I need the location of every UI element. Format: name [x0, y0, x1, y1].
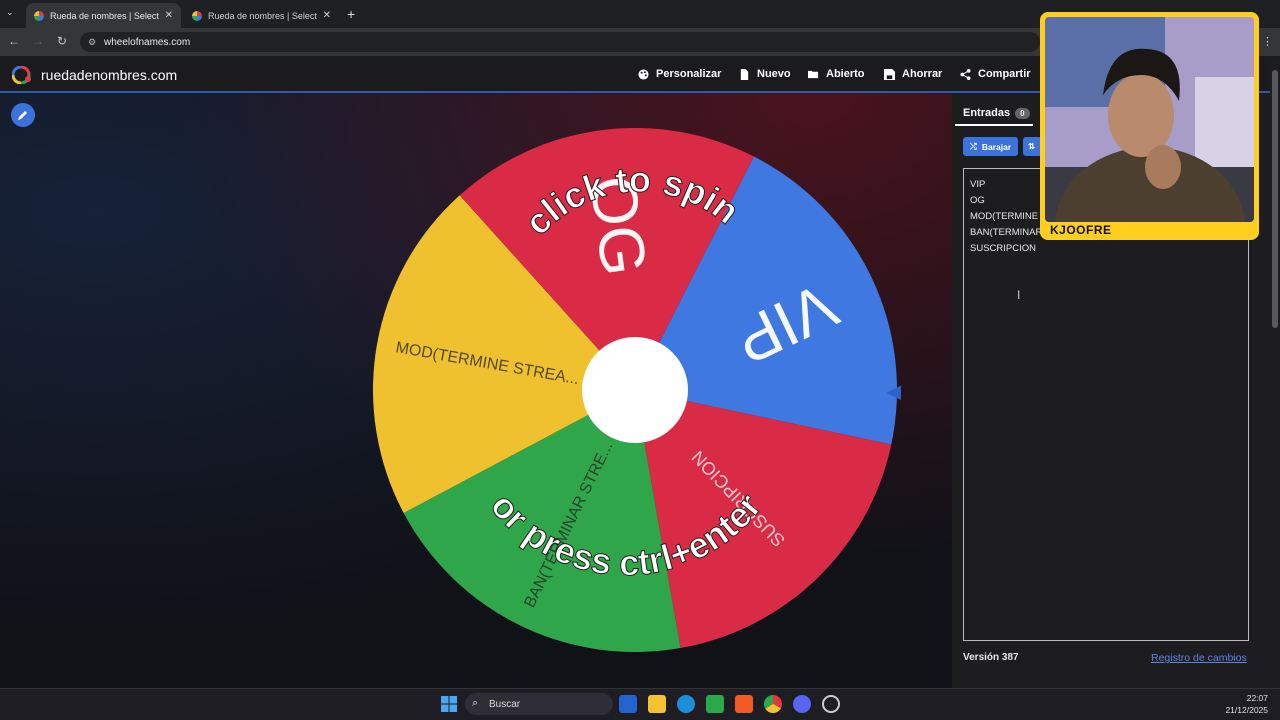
sort-icon: ⇅ [1028, 141, 1036, 151]
windows-start-icon[interactable] [440, 695, 458, 713]
save-icon [884, 68, 895, 80]
tab-list-chevron-icon[interactable]: ⌄ [6, 7, 14, 18]
palette-icon [638, 68, 649, 80]
shuffle-icon: ⤮ [970, 141, 977, 151]
system-clock: 22:07 21/12/2025 [1225, 693, 1268, 715]
streamer-name: KJOOFRE [1050, 223, 1112, 237]
site-logo-icon [12, 66, 31, 84]
entries-count-badge: 0 [1015, 107, 1030, 119]
chrome-icon[interactable] [764, 695, 782, 713]
obs-icon[interactable] [822, 695, 840, 713]
share-button[interactable]: Compartir [960, 68, 1031, 80]
browser-menu-icon[interactable]: ⋮ [1262, 35, 1273, 48]
wheel[interactable]: VIPSUSCRIPCIONBAN(TERMINAR STRE...MOD(TE… [371, 125, 901, 655]
scrollbar-thumb[interactable] [1272, 70, 1278, 328]
folder-open-icon [808, 70, 819, 78]
site-brand[interactable]: ruedadenombres.com [41, 67, 177, 83]
search-icon: ⌕ [472, 697, 479, 709]
version-label: Versión 387 [963, 652, 1019, 663]
xbox-app-icon[interactable] [706, 695, 724, 713]
taskbar-search[interactable]: ⌕ Buscar [465, 693, 613, 715]
address-bar[interactable]: wheelofnames.com [80, 32, 1040, 52]
site-info-icon[interactable]: ⚙ [88, 37, 96, 48]
wheel-favicon-icon [192, 10, 202, 21]
active-tab-underline [955, 124, 1033, 126]
entry-line: SUSCRIPCION [970, 243, 1036, 254]
share-icon [960, 68, 971, 80]
new-button[interactable]: Nuevo [739, 68, 791, 80]
customize-button[interactable]: Personalizar [638, 68, 721, 80]
wheel-center[interactable] [582, 337, 688, 443]
reload-icon[interactable]: ↻ [54, 34, 70, 48]
browser-tab-1[interactable]: Rueda de nombres | Selector de ✕ [26, 3, 181, 28]
tab-entries[interactable]: Entradas 0 [963, 107, 1030, 119]
back-icon[interactable]: ← [6, 34, 22, 48]
file-explorer-icon[interactable] [648, 695, 666, 713]
shuffle-button[interactable]: ⤮ Barajar [963, 137, 1018, 156]
brave-icon[interactable] [735, 695, 753, 713]
wheel-favicon-icon [34, 10, 44, 21]
file-icon [740, 68, 749, 80]
close-tab-icon[interactable]: ✕ [165, 10, 173, 21]
open-button[interactable]: Abierto [808, 68, 865, 80]
forward-icon[interactable]: → [30, 34, 46, 48]
pencil-icon [18, 111, 27, 120]
close-tab-icon[interactable]: ✕ [323, 10, 331, 21]
taskbar [0, 688, 1280, 720]
new-tab-button[interactable]: + [347, 6, 355, 22]
edge-icon[interactable] [677, 695, 695, 713]
discord-icon[interactable] [793, 695, 811, 713]
changelog-link[interactable]: Registro de cambios [1151, 652, 1247, 664]
save-button[interactable]: Ahorrar [884, 68, 942, 80]
browser-tab-2[interactable]: Rueda de nombres | Selector de ✕ [184, 3, 339, 28]
app-icon-pen[interactable] [619, 695, 637, 713]
text-cursor-icon: I [1017, 288, 1021, 302]
webcam-video [1045, 17, 1254, 222]
edit-button[interactable] [11, 103, 35, 127]
